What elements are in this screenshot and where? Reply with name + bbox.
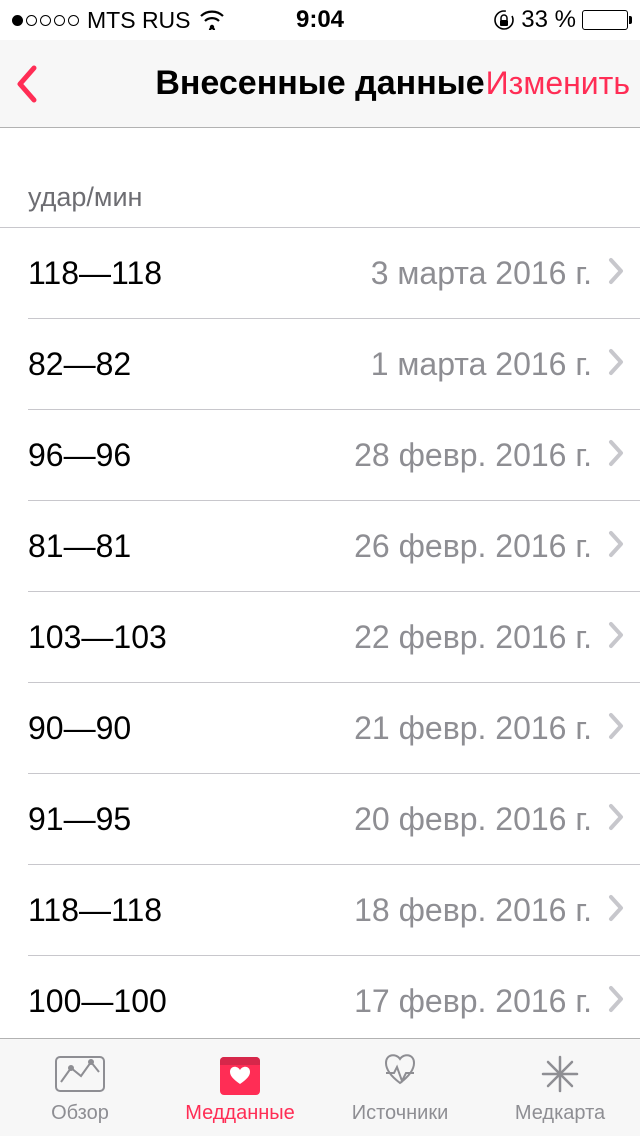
tab-label: Обзор [51, 1102, 109, 1125]
list-item[interactable]: 118—118 3 марта 2016 г. [0, 228, 640, 319]
measurement-value: 91—95 [28, 801, 131, 838]
measurement-date: 26 февр. 2016 г. [354, 528, 592, 565]
chevron-right-icon [608, 803, 624, 836]
chevron-right-icon [608, 257, 624, 290]
list-item[interactable]: 103—103 22 февр. 2016 г. [0, 592, 640, 683]
chevron-right-icon [608, 894, 624, 927]
tab-label: Источники [352, 1102, 449, 1125]
measurement-value: 118—118 [28, 892, 162, 929]
chevron-right-icon [608, 530, 624, 563]
chevron-right-icon [608, 712, 624, 745]
clock: 9:04 [296, 6, 344, 34]
status-right: 33 % [493, 6, 628, 34]
measurement-value: 90—90 [28, 710, 131, 747]
list-item[interactable]: 81—81 26 февр. 2016 г. [0, 501, 640, 592]
chevron-left-icon [14, 62, 42, 106]
measurement-value: 81—81 [28, 528, 131, 565]
overview-icon [53, 1050, 107, 1098]
chevron-right-icon [608, 348, 624, 381]
measurement-value: 118—118 [28, 255, 162, 292]
measurement-date: 18 февр. 2016 г. [354, 892, 592, 929]
orientation-lock-icon [493, 9, 515, 31]
measurement-date: 17 февр. 2016 г. [354, 983, 592, 1020]
battery-icon [582, 10, 628, 30]
list-item[interactable]: 90—90 21 февр. 2016 г. [0, 683, 640, 774]
measurement-date: 21 февр. 2016 г. [354, 710, 592, 747]
status-left: MTS RUS [12, 7, 225, 34]
measurement-date: 28 февр. 2016 г. [354, 437, 592, 474]
nav-bar: Внесенные данные Изменить [0, 40, 640, 128]
chevron-right-icon [608, 621, 624, 654]
back-button[interactable] [6, 62, 50, 106]
carrier-label: MTS RUS [87, 7, 191, 34]
list-item[interactable]: 118—118 18 февр. 2016 г. [0, 865, 640, 956]
data-list: 118—118 3 марта 2016 г. 82—82 1 марта 20… [0, 228, 640, 1047]
healthdata-icon [218, 1050, 262, 1098]
measurement-value: 100—100 [28, 983, 167, 1020]
tab-healthdata[interactable]: Медданные [160, 1039, 320, 1136]
measurement-value: 96—96 [28, 437, 131, 474]
battery-percent: 33 % [521, 6, 576, 34]
list-item[interactable]: 100—100 17 февр. 2016 г. [0, 956, 640, 1047]
measurement-date: 22 февр. 2016 г. [354, 619, 592, 656]
cellular-signal-icon [12, 15, 79, 26]
list-item[interactable]: 82—82 1 марта 2016 г. [0, 319, 640, 410]
sources-icon [378, 1050, 422, 1098]
tab-label: Медданные [185, 1102, 295, 1125]
section-header: удар/мин [0, 128, 640, 228]
wifi-icon [199, 10, 225, 30]
status-bar: MTS RUS 9:04 33 % [0, 0, 640, 40]
measurement-value: 82—82 [28, 346, 131, 383]
chevron-right-icon [608, 985, 624, 1018]
tab-sources[interactable]: Источники [320, 1039, 480, 1136]
tab-medicalid[interactable]: Медкарта [480, 1039, 640, 1136]
measurement-value: 103—103 [28, 619, 167, 656]
page-title: Внесенные данные [155, 64, 484, 103]
list-item[interactable]: 96—96 28 февр. 2016 г. [0, 410, 640, 501]
medicalid-icon [539, 1050, 581, 1098]
tab-overview[interactable]: Обзор [0, 1039, 160, 1136]
edit-button[interactable]: Изменить [486, 65, 630, 102]
measurement-date: 1 марта 2016 г. [371, 346, 592, 383]
list-item[interactable]: 91—95 20 февр. 2016 г. [0, 774, 640, 865]
measurement-date: 3 марта 2016 г. [371, 255, 592, 292]
measurement-date: 20 февр. 2016 г. [354, 801, 592, 838]
chevron-right-icon [608, 439, 624, 472]
tab-label: Медкарта [515, 1102, 605, 1125]
tab-bar: Обзор Медданные Источники Медкарта [0, 1038, 640, 1136]
